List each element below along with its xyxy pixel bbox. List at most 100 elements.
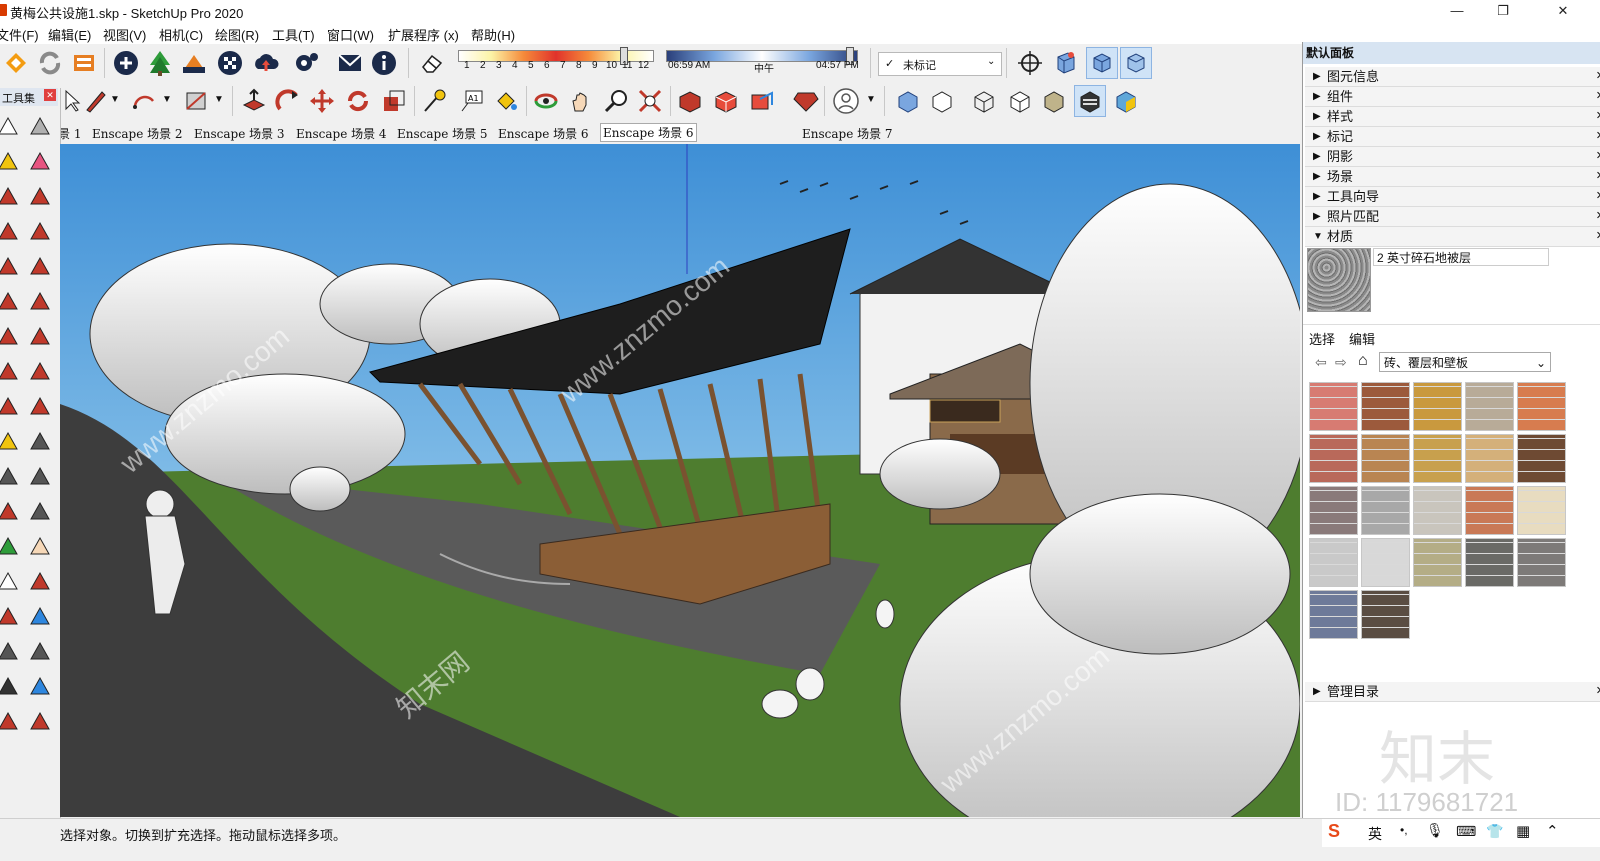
- skin-shirt-icon[interactable]: 👕: [1486, 823, 1503, 840]
- panel-close-icon[interactable]: ✕: [1596, 67, 1600, 86]
- arc-icon[interactable]: [0, 287, 22, 317]
- menu-window[interactable]: 窗口(W): [327, 25, 374, 44]
- model-viewport[interactable]: www.znzmo.com www.znzmo.com www.znzmo.co…: [60, 144, 1300, 817]
- paint-bucket-icon[interactable]: [0, 147, 22, 177]
- select-arrow-icon[interactable]: [0, 112, 22, 142]
- section-plane-icon[interactable]: [1050, 47, 1082, 79]
- menu-draw[interactable]: 绘图(R): [215, 25, 259, 44]
- material-swatch[interactable]: [1309, 434, 1358, 483]
- material-swatch[interactable]: [1361, 382, 1410, 431]
- material-swatch[interactable]: [1517, 382, 1566, 431]
- user-account-icon[interactable]: [830, 85, 862, 117]
- material-swatch[interactable]: [1361, 590, 1410, 639]
- panel-close-icon[interactable]: ✕: [1596, 207, 1600, 226]
- scene-tab[interactable]: Enscape 场景 4: [296, 125, 387, 142]
- material-swatch[interactable]: [1309, 538, 1358, 587]
- ime-punctuation[interactable]: •,: [1400, 823, 1408, 837]
- pan-hand-icon[interactable]: [26, 532, 54, 562]
- shaded-with-textures-icon[interactable]: [1074, 85, 1106, 117]
- panel-close-icon[interactable]: ✕: [1596, 187, 1600, 206]
- more-icon[interactable]: ⌃: [1546, 822, 1559, 840]
- pie-icon[interactable]: [26, 287, 54, 317]
- refresh-icon[interactable]: [34, 47, 66, 79]
- material-swatch[interactable]: [1465, 434, 1514, 483]
- position-camera-icon[interactable]: [1014, 47, 1046, 79]
- zoom-window-icon[interactable]: [26, 567, 54, 597]
- pan-hand-icon[interactable]: [564, 85, 596, 117]
- panel-close-icon[interactable]: ✕: [1596, 227, 1600, 246]
- menu-camera[interactable]: 相机(C): [159, 25, 203, 44]
- panel-close-icon[interactable]: ✕: [1596, 127, 1600, 146]
- zoom-icon[interactable]: [0, 567, 22, 597]
- position-camera-icon[interactable]: [0, 637, 22, 667]
- material-swatch[interactable]: [1309, 590, 1358, 639]
- panel-components[interactable]: ▶ 组件 ✕: [1305, 87, 1600, 107]
- tab-edit[interactable]: 编辑: [1349, 329, 1375, 348]
- ime-language[interactable]: 英: [1368, 824, 1382, 844]
- panel-shadows[interactable]: ▶ 阴影 ✕: [1305, 147, 1600, 167]
- scale-icon[interactable]: [378, 85, 410, 117]
- material-swatch[interactable]: [1465, 486, 1514, 535]
- orbit-icon[interactable]: [0, 532, 22, 562]
- text-label-icon[interactable]: [26, 462, 54, 492]
- rectangle-icon[interactable]: [0, 217, 22, 247]
- previous-view-icon[interactable]: [26, 602, 54, 632]
- circle-icon[interactable]: [0, 252, 22, 282]
- close-button[interactable]: ✕: [1540, 0, 1586, 22]
- 3d-warehouse-icon[interactable]: [674, 85, 706, 117]
- material-swatch[interactable]: [1309, 486, 1358, 535]
- 3d-warehouse-icon[interactable]: [0, 707, 22, 737]
- dimension-icon[interactable]: [26, 427, 54, 457]
- scene-tab[interactable]: 景 1: [58, 125, 81, 142]
- panel-close-icon[interactable]: ✕: [1596, 87, 1600, 106]
- checker-icon[interactable]: [214, 47, 246, 79]
- scene-tab[interactable]: Enscape 场景 6: [498, 125, 589, 142]
- axes-icon[interactable]: [0, 497, 22, 527]
- arc-icon[interactable]: [128, 85, 160, 117]
- pencil-line-icon[interactable]: [0, 182, 22, 212]
- dropdown-arrow-icon[interactable]: ▼: [110, 94, 120, 105]
- rotated-rectangle-icon[interactable]: [26, 217, 54, 247]
- component-icon[interactable]: [26, 112, 54, 142]
- shaded-icon[interactable]: [1038, 85, 1070, 117]
- dropdown-arrow-icon[interactable]: ▼: [214, 94, 224, 105]
- material-name-field[interactable]: 2 英寸碎石地被层: [1373, 248, 1549, 266]
- sogou-logo-icon[interactable]: S: [1328, 821, 1340, 842]
- toolset-close-icon[interactable]: ✕: [44, 89, 56, 101]
- toolbox-grid-icon[interactable]: ▦: [1516, 822, 1530, 840]
- polygon-icon[interactable]: [26, 252, 54, 282]
- material-swatch[interactable]: [1465, 382, 1514, 431]
- rotate-icon[interactable]: [0, 392, 22, 422]
- settings-gear-icon[interactable]: [290, 47, 322, 79]
- panel-styles[interactable]: ▶ 样式 ✕: [1305, 107, 1600, 127]
- offset-icon[interactable]: [26, 357, 54, 387]
- tape-measure-icon[interactable]: [418, 85, 450, 117]
- panel-close-icon[interactable]: ✕: [1596, 167, 1600, 186]
- material-swatch[interactable]: [1413, 486, 1462, 535]
- panel-manage-catalog[interactable]: ▶ 管理目录 ✕: [1305, 682, 1600, 702]
- paint-bucket-icon[interactable]: [490, 85, 522, 117]
- panel-instructor[interactable]: ▶ 工具向导 ✕: [1305, 187, 1600, 207]
- panel-close-icon[interactable]: ✕: [1596, 107, 1600, 126]
- eraser-icon[interactable]: [416, 47, 448, 79]
- extension-warehouse-icon[interactable]: [710, 85, 742, 117]
- material-swatch[interactable]: [1517, 434, 1566, 483]
- menu-help[interactable]: 帮助(H): [471, 25, 515, 44]
- material-swatch[interactable]: [1361, 434, 1410, 483]
- menu-edit[interactable]: 编辑(E): [48, 25, 91, 44]
- panel-materials[interactable]: ▼ 材质 ✕: [1305, 227, 1600, 247]
- material-swatch[interactable]: [1413, 382, 1462, 431]
- push-pull-icon[interactable]: [0, 322, 22, 352]
- tab-select[interactable]: 选择: [1309, 329, 1335, 348]
- back-edges-icon[interactable]: [926, 85, 958, 117]
- home-icon[interactable]: ⌂: [1358, 352, 1368, 370]
- protractor-icon[interactable]: [0, 462, 22, 492]
- text-label-icon[interactable]: A1: [456, 85, 488, 117]
- material-category-select[interactable]: 砖、覆层和壁板 ⌄: [1379, 352, 1551, 372]
- zoom-extents-icon[interactable]: [634, 85, 666, 117]
- rotate-icon[interactable]: [342, 85, 374, 117]
- scene-tab[interactable]: Enscape 场景 5: [397, 125, 488, 142]
- zoom-extents-icon[interactable]: [0, 602, 22, 632]
- zoom-icon[interactable]: [600, 85, 632, 117]
- minimize-button[interactable]: —: [1434, 0, 1480, 22]
